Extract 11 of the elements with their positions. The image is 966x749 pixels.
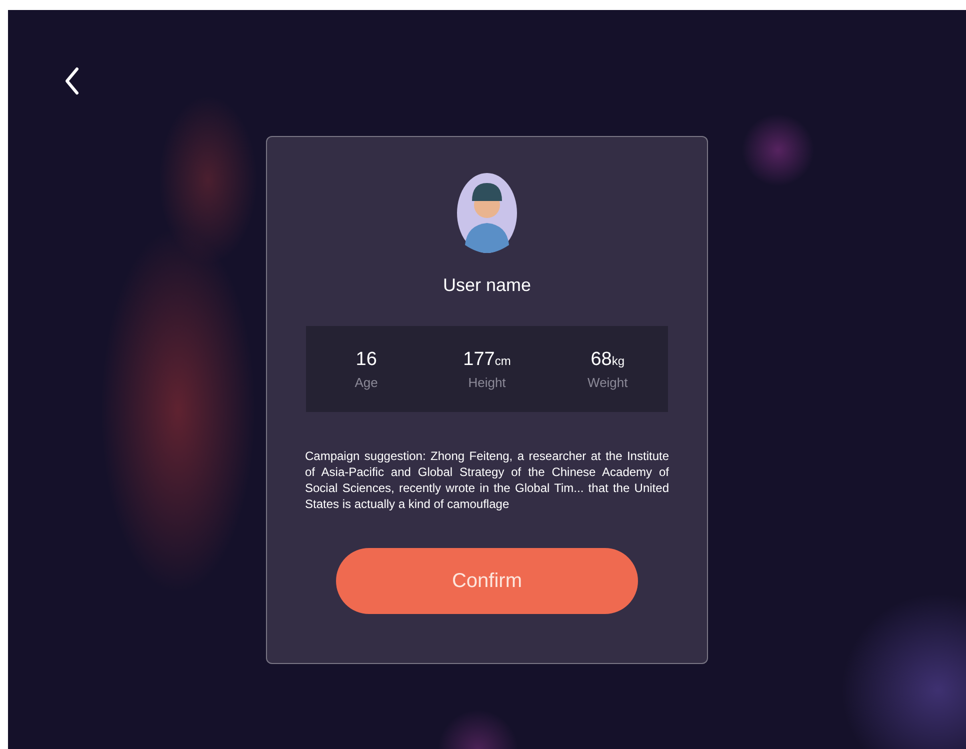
stat-value: 177cm xyxy=(463,348,511,370)
stat-value: 68kg xyxy=(590,348,625,370)
back-button[interactable] xyxy=(64,66,80,96)
suggestion-text: Campaign suggestion: Zhong Feiteng, a researcher at the Institute of Asia-Pacific and Global Strategy of the Chinese Academy of Social Sciences, recently wrote in the Global Tim... that the United States is actually a kind of camouflage xyxy=(305,448,669,512)
stat-label: Weight xyxy=(588,374,628,390)
avatar-icon xyxy=(457,173,517,253)
stat-label: Age xyxy=(354,374,378,390)
stat-value: 16 xyxy=(356,348,377,370)
user-name: User name xyxy=(442,275,532,296)
confirm-button[interactable]: Confirm xyxy=(336,548,638,614)
stat-label: Height xyxy=(468,374,506,390)
